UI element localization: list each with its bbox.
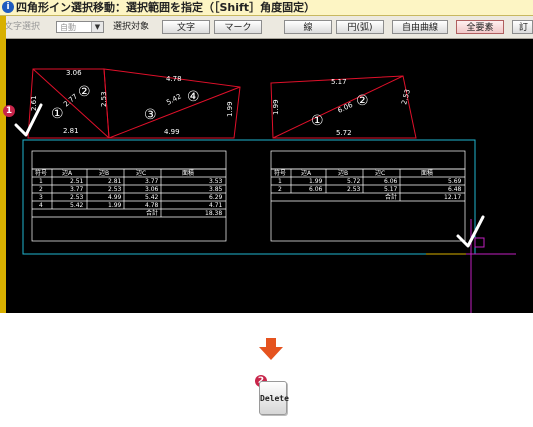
table-cell: 2 [39, 186, 43, 193]
table-cell: 2 [278, 186, 282, 193]
table-cell: 3.77 [145, 178, 159, 185]
table-header-cell: 面積 [182, 169, 194, 177]
info-icon: i [2, 1, 14, 13]
region-number: ② [78, 84, 91, 100]
region-number: ③ [144, 107, 157, 123]
overflow-button[interactable]: 訂 [512, 20, 533, 34]
table-total-value: 18.38 [205, 210, 222, 217]
cursor-crosshair [426, 219, 516, 313]
edge-label: 4.78 [166, 75, 182, 83]
edge-label: 2.81 [63, 127, 79, 135]
table-total-value: 12.17 [444, 194, 461, 201]
edge-label: 4.99 [164, 128, 180, 136]
table-header-cell: 辺C [136, 170, 146, 177]
table-cell: 5.69 [448, 178, 462, 185]
table-header-cell: 辺A [62, 170, 73, 177]
region-number: ① [311, 113, 324, 129]
left-shapes [27, 68, 241, 139]
table-header-cell: 辺B [99, 170, 109, 177]
table-header-cell: 符号 [274, 169, 286, 177]
table-cell: 4.99 [108, 194, 122, 201]
all-elements-button[interactable]: 全要素 [456, 20, 504, 34]
delete-key[interactable]: Delete [259, 381, 289, 415]
step-1-badge: 1 [3, 105, 15, 117]
region-number: ④ [187, 89, 200, 105]
table-cell: 2.53 [108, 186, 122, 193]
table-cell: 6.48 [448, 186, 462, 193]
text-select-dropdown[interactable]: 自動 ▼ [56, 21, 104, 33]
table-cell: 3.06 [145, 186, 159, 193]
table-cell: 1.99 [309, 178, 323, 185]
edge-label: 5.17 [331, 78, 347, 86]
freeform-curve-button[interactable]: 自由曲線 [392, 20, 448, 34]
table-cell: 2.51 [70, 178, 84, 185]
edge-label: 1.99 [226, 101, 234, 117]
checkmark-icon [14, 103, 43, 137]
instruction-header: i 四角形イン選択移動：選択範囲を指定（［Shift］角度固定） [0, 0, 533, 16]
region-number: ① [51, 106, 64, 122]
edge-label: 2.61 [30, 95, 38, 111]
table-total-label: 合計 [385, 193, 397, 201]
edge-label: 2.77 [62, 92, 79, 108]
table-cell: 3.85 [209, 186, 223, 193]
table-header-cell: 辺A [301, 170, 312, 177]
selection-toolbar: 文字選択 自動 ▼ 選択対象 文字 マーク 線 円(弧) 自由曲線 全要素 訂 [0, 16, 533, 39]
table-cell: 3.53 [209, 178, 223, 185]
edge-label: 1.99 [272, 99, 280, 115]
edge-label: 2.53 [400, 88, 412, 105]
selection-rectangle [22, 139, 476, 255]
text-button[interactable]: 文字 [162, 20, 210, 34]
text-select-label: 文字選択 [4, 22, 41, 32]
table-cell: 2.53 [70, 194, 84, 201]
table-header-cell: 辺C [375, 170, 385, 177]
arrow-down-icon [259, 338, 283, 360]
area-table-right [270, 150, 466, 242]
edge-label: 5.42 [165, 92, 183, 106]
edge-label: 3.06 [66, 69, 82, 77]
table-header-cell: 面積 [421, 169, 433, 177]
table-cell: 5.72 [347, 178, 361, 185]
circle-arc-button[interactable]: 円(弧) [336, 20, 384, 34]
table-cell: 6.06 [309, 186, 323, 193]
area-table-left [31, 150, 227, 242]
region-number: ② [356, 93, 369, 109]
table-cell: 2.53 [347, 186, 361, 193]
edge-label: 6.06 [336, 101, 354, 115]
table-total-label: 合計 [146, 209, 158, 217]
table-cell: 4 [39, 202, 43, 209]
table-cell: 3 [39, 194, 43, 201]
edge-label: 5.72 [336, 129, 352, 137]
table-cell: 5.42 [70, 202, 84, 209]
table-header-cell: 符号 [35, 169, 47, 177]
table-cell: 3.77 [70, 186, 84, 193]
table-cell: 5.17 [384, 186, 398, 193]
edge-label: 2.53 [100, 91, 108, 107]
table-cell: 6.29 [209, 194, 223, 201]
text-select-value: 自動 [60, 23, 76, 32]
table-cell: 2.81 [108, 178, 122, 185]
table-cell: 6.06 [384, 178, 398, 185]
table-cell: 1 [39, 178, 43, 185]
table-header-cell: 辺B [338, 170, 348, 177]
cad-canvas[interactable]: 3.06 4.78 2.61 2.77 2.53 5.42 1.99 2.81 … [6, 39, 533, 313]
table-cell: 4.78 [145, 202, 159, 209]
chevron-down-icon[interactable]: ▼ [91, 22, 103, 32]
instruction-title: 四角形イン選択移動：選択範囲を指定（［Shift］角度固定） [16, 1, 316, 14]
mark-button[interactable]: マーク [214, 20, 262, 34]
table-cell: 1 [278, 178, 282, 185]
target-label: 選択対象 [113, 22, 150, 32]
table-cell: 5.42 [145, 194, 159, 201]
table-cell: 4.71 [209, 202, 223, 209]
line-button[interactable]: 線 [284, 20, 332, 34]
table-cell: 1.99 [108, 202, 122, 209]
